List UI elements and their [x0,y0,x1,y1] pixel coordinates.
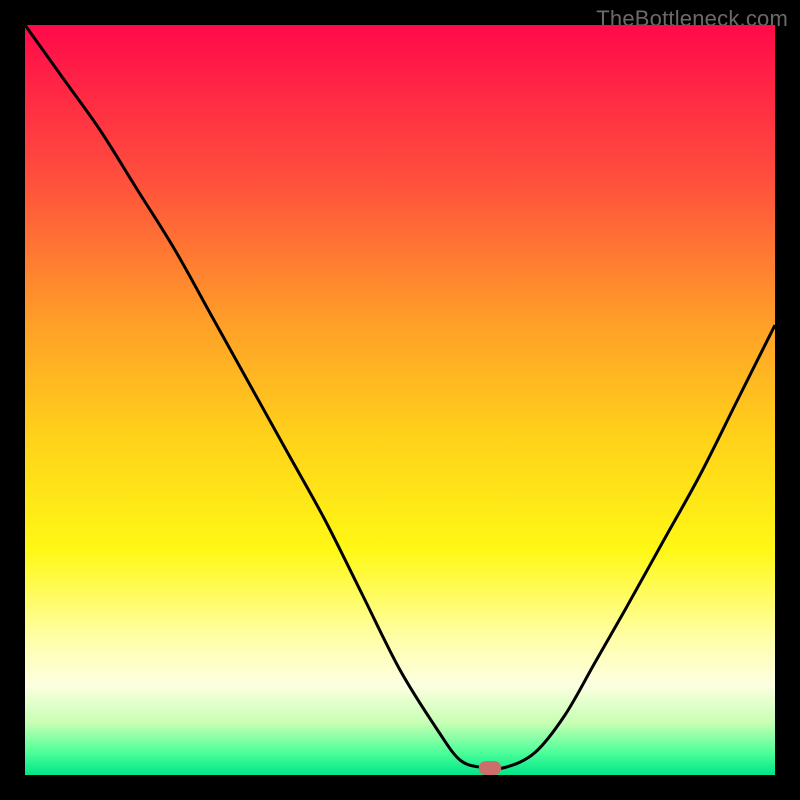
gradient-background [25,25,775,775]
bottleneck-chart [25,25,775,775]
optimal-marker [479,761,502,775]
chart-canvas [25,25,775,775]
